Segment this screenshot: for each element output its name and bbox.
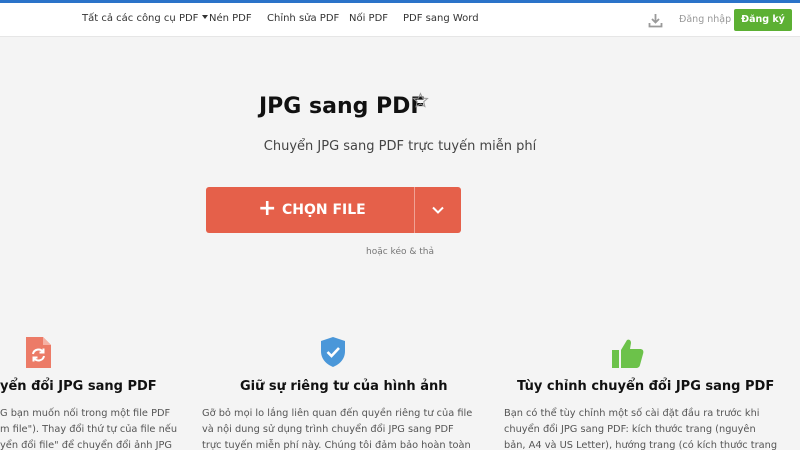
drag-drop-hint: hoặc kéo & thả xyxy=(366,247,434,257)
nav-all-tools-menu[interactable]: Tất cả các công cụ PDF xyxy=(82,13,209,24)
signup-button[interactable]: Đăng ký xyxy=(734,9,792,31)
thumbs-up-icon xyxy=(612,339,644,368)
nav-pdf-to-word-link[interactable]: PDF sang Word xyxy=(403,13,479,24)
upload-source-dropdown-button[interactable] xyxy=(415,187,461,233)
choose-file-label: CHỌN FILE xyxy=(282,202,366,218)
feature-text-line: chuyển đổi JPG sang PDF: kích thước tran… xyxy=(504,424,756,435)
feature-description: Gỡ bỏ mọi lo lắng liên quan đến quyền ri… xyxy=(202,406,472,450)
nav-all-tools-label: Tất cả các công cụ PDF xyxy=(82,13,199,24)
nav-edit-link[interactable]: Chỉnh sửa PDF xyxy=(267,13,339,24)
download-icon[interactable] xyxy=(647,12,664,29)
feature-title: yển đổi JPG sang PDF xyxy=(0,379,157,394)
star-icon[interactable] xyxy=(412,92,429,109)
feature-text-line: G bạn muốn nối trong một file PDF xyxy=(0,408,171,419)
login-link[interactable]: Đăng nhập xyxy=(679,14,731,25)
shield-check-icon xyxy=(321,337,345,367)
choose-file-button[interactable]: + CHỌN FILE xyxy=(206,187,414,233)
refresh-file-icon xyxy=(26,337,51,368)
page-subtitle: Chuyển JPG sang PDF trực tuyến miễn phí xyxy=(263,139,537,154)
feature-description: G bạn muốn nối trong một file PDF m file… xyxy=(0,406,177,450)
top-navbar: Tất cả các công cụ PDF Nén PDF Chỉnh sửa… xyxy=(0,3,800,37)
plus-icon: + xyxy=(258,196,277,221)
feature-text-line: yển đổi file" để chuyển đổi ảnh JPG xyxy=(0,440,173,450)
feature-description: Bạn có thể tùy chỉnh một số cài đặt đầu … xyxy=(504,406,777,450)
feature-title: Tùy chỉnh chuyển đổi JPG sang PDF xyxy=(517,379,775,394)
nav-merge-link[interactable]: Nối PDF xyxy=(349,13,388,24)
feature-text-line: m file"). Thay đổi thứ tự của file nếu xyxy=(0,424,178,435)
chevron-down-icon xyxy=(432,206,444,214)
feature-text-line: Gỡ bỏ mọi lo lắng liên quan đến quyền ri… xyxy=(202,408,473,419)
nav-compress-link[interactable]: Nén PDF xyxy=(209,13,252,24)
page-title: JPG sang PDF xyxy=(259,94,426,119)
feature-title: Giữ sự riêng tư của hình ảnh xyxy=(240,379,448,394)
feature-text-line: trực tuyến miễn phí này. Chúng tôi đảm b… xyxy=(202,440,471,450)
feature-text-line: Bạn có thể tùy chỉnh một số cài đặt đầu … xyxy=(504,408,760,419)
caret-down-icon xyxy=(202,15,209,19)
feature-text-line: bản, A4 và US Letter), hướng trang (có k… xyxy=(504,440,778,450)
feature-text-line: và nội dung sử dụng trình chuyển đổi JPG… xyxy=(202,424,454,435)
